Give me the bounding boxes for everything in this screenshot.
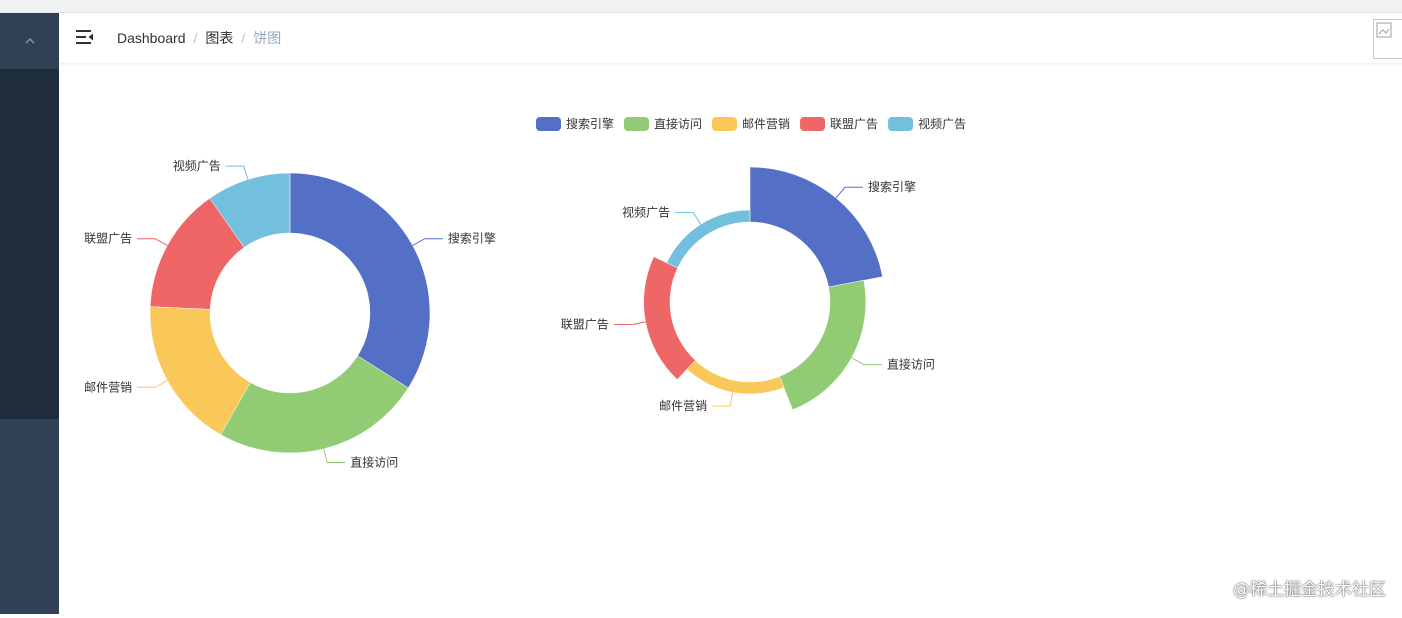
slice-label: 搜索引擎 <box>868 179 916 194</box>
pie-slice <box>686 359 785 395</box>
label-leader-line <box>412 238 443 246</box>
chart-legend: 搜索引擎 直接访问 邮件营销 联盟广告 视频广告 <box>536 116 966 131</box>
slice-label: 搜索引擎 <box>448 231 496 246</box>
avatar[interactable] <box>1373 19 1402 59</box>
slice-label: 邮件营销 <box>84 380 132 394</box>
slice-label: 联盟广告 <box>561 318 609 332</box>
breadcrumb-current-page: 饼图 <box>253 30 282 46</box>
slice-label: 直接访问 <box>887 357 935 372</box>
label-leader-line <box>675 212 702 225</box>
legend-item[interactable]: 邮件营销 <box>712 117 790 131</box>
sidebar-collapse-toggle[interactable] <box>0 13 59 69</box>
slice-label: 联盟广告 <box>84 232 132 246</box>
pie-chart-2: 搜索引擎直接访问邮件营销 联盟广告 视频广告 <box>561 166 935 413</box>
legend-label: 邮件营销 <box>742 117 790 131</box>
slice-label: 视频广告 <box>173 158 221 173</box>
chevron-up-icon <box>25 38 34 44</box>
legend-label: 直接访问 <box>654 116 702 131</box>
label-leader-line <box>137 380 168 388</box>
legend-item[interactable]: 视频广告 <box>888 116 966 131</box>
legend-label: 搜索引擎 <box>566 116 614 131</box>
legend-label: 联盟广告 <box>830 117 878 131</box>
legend-item[interactable]: 直接访问 <box>624 116 702 131</box>
slice-label: 邮件营销 <box>659 399 707 413</box>
legend-item[interactable]: 联盟广告 <box>800 117 878 131</box>
label-leader-line <box>137 238 168 246</box>
watermark: @稀土掘金技术社区 <box>1233 580 1386 600</box>
legend-swatch <box>800 117 826 131</box>
charts-area: 搜索引擎 直接访问 邮件营销 联盟广告 视频广告 搜索引擎 直接访问 邮件营销 联盟广告 视频广告… <box>59 64 1402 614</box>
navbar: Dashboard / 图表 / 饼图 <box>59 13 1402 64</box>
hamburger-icon <box>76 30 93 44</box>
broken-image-icon <box>1376 22 1392 38</box>
label-leader-line <box>613 321 646 326</box>
breadcrumb-separator: / <box>193 30 198 46</box>
charts-canvas: 搜索引擎 直接访问 邮件营销 联盟广告 视频广告搜索引擎直接访问邮件营销联盟广告视频广告… <box>84 116 966 469</box>
slice-label: 直接访问 <box>350 454 398 469</box>
legend-label: 视频广告 <box>918 116 966 131</box>
legend-item[interactable]: 搜索引擎 <box>536 116 614 131</box>
sidebar-active-submenu[interactable] <box>0 69 59 419</box>
pie-slice <box>779 279 867 411</box>
legend-swatch <box>712 117 738 131</box>
hamburger-button[interactable] <box>75 27 95 47</box>
legend-swatch <box>624 117 650 131</box>
pie-slice <box>289 172 431 389</box>
pie-slice <box>749 166 883 288</box>
pie-chart-1: 搜索引擎直接访问 邮件营销 联盟广告 视频广告 <box>84 158 496 469</box>
label-leader-line <box>835 186 863 199</box>
legend-swatch <box>536 117 561 131</box>
label-leader-line <box>323 448 346 463</box>
pie-slice <box>666 209 751 269</box>
label-leader-line <box>712 392 734 407</box>
label-leader-line <box>225 165 249 180</box>
label-leader-line <box>851 357 882 366</box>
breadcrumb-charts[interactable]: 图表 <box>205 29 233 47</box>
pie-slice <box>643 256 696 380</box>
sidebar <box>0 13 59 614</box>
breadcrumb-separator: / <box>241 30 246 46</box>
slice-label: 视频广告 <box>622 205 670 220</box>
browser-top-strip <box>0 0 1402 13</box>
pie-slice <box>220 355 409 454</box>
breadcrumb: Dashboard / 图表 / 饼图 <box>117 29 281 47</box>
legend-swatch <box>888 117 914 131</box>
breadcrumb-dashboard[interactable]: Dashboard <box>117 29 186 47</box>
